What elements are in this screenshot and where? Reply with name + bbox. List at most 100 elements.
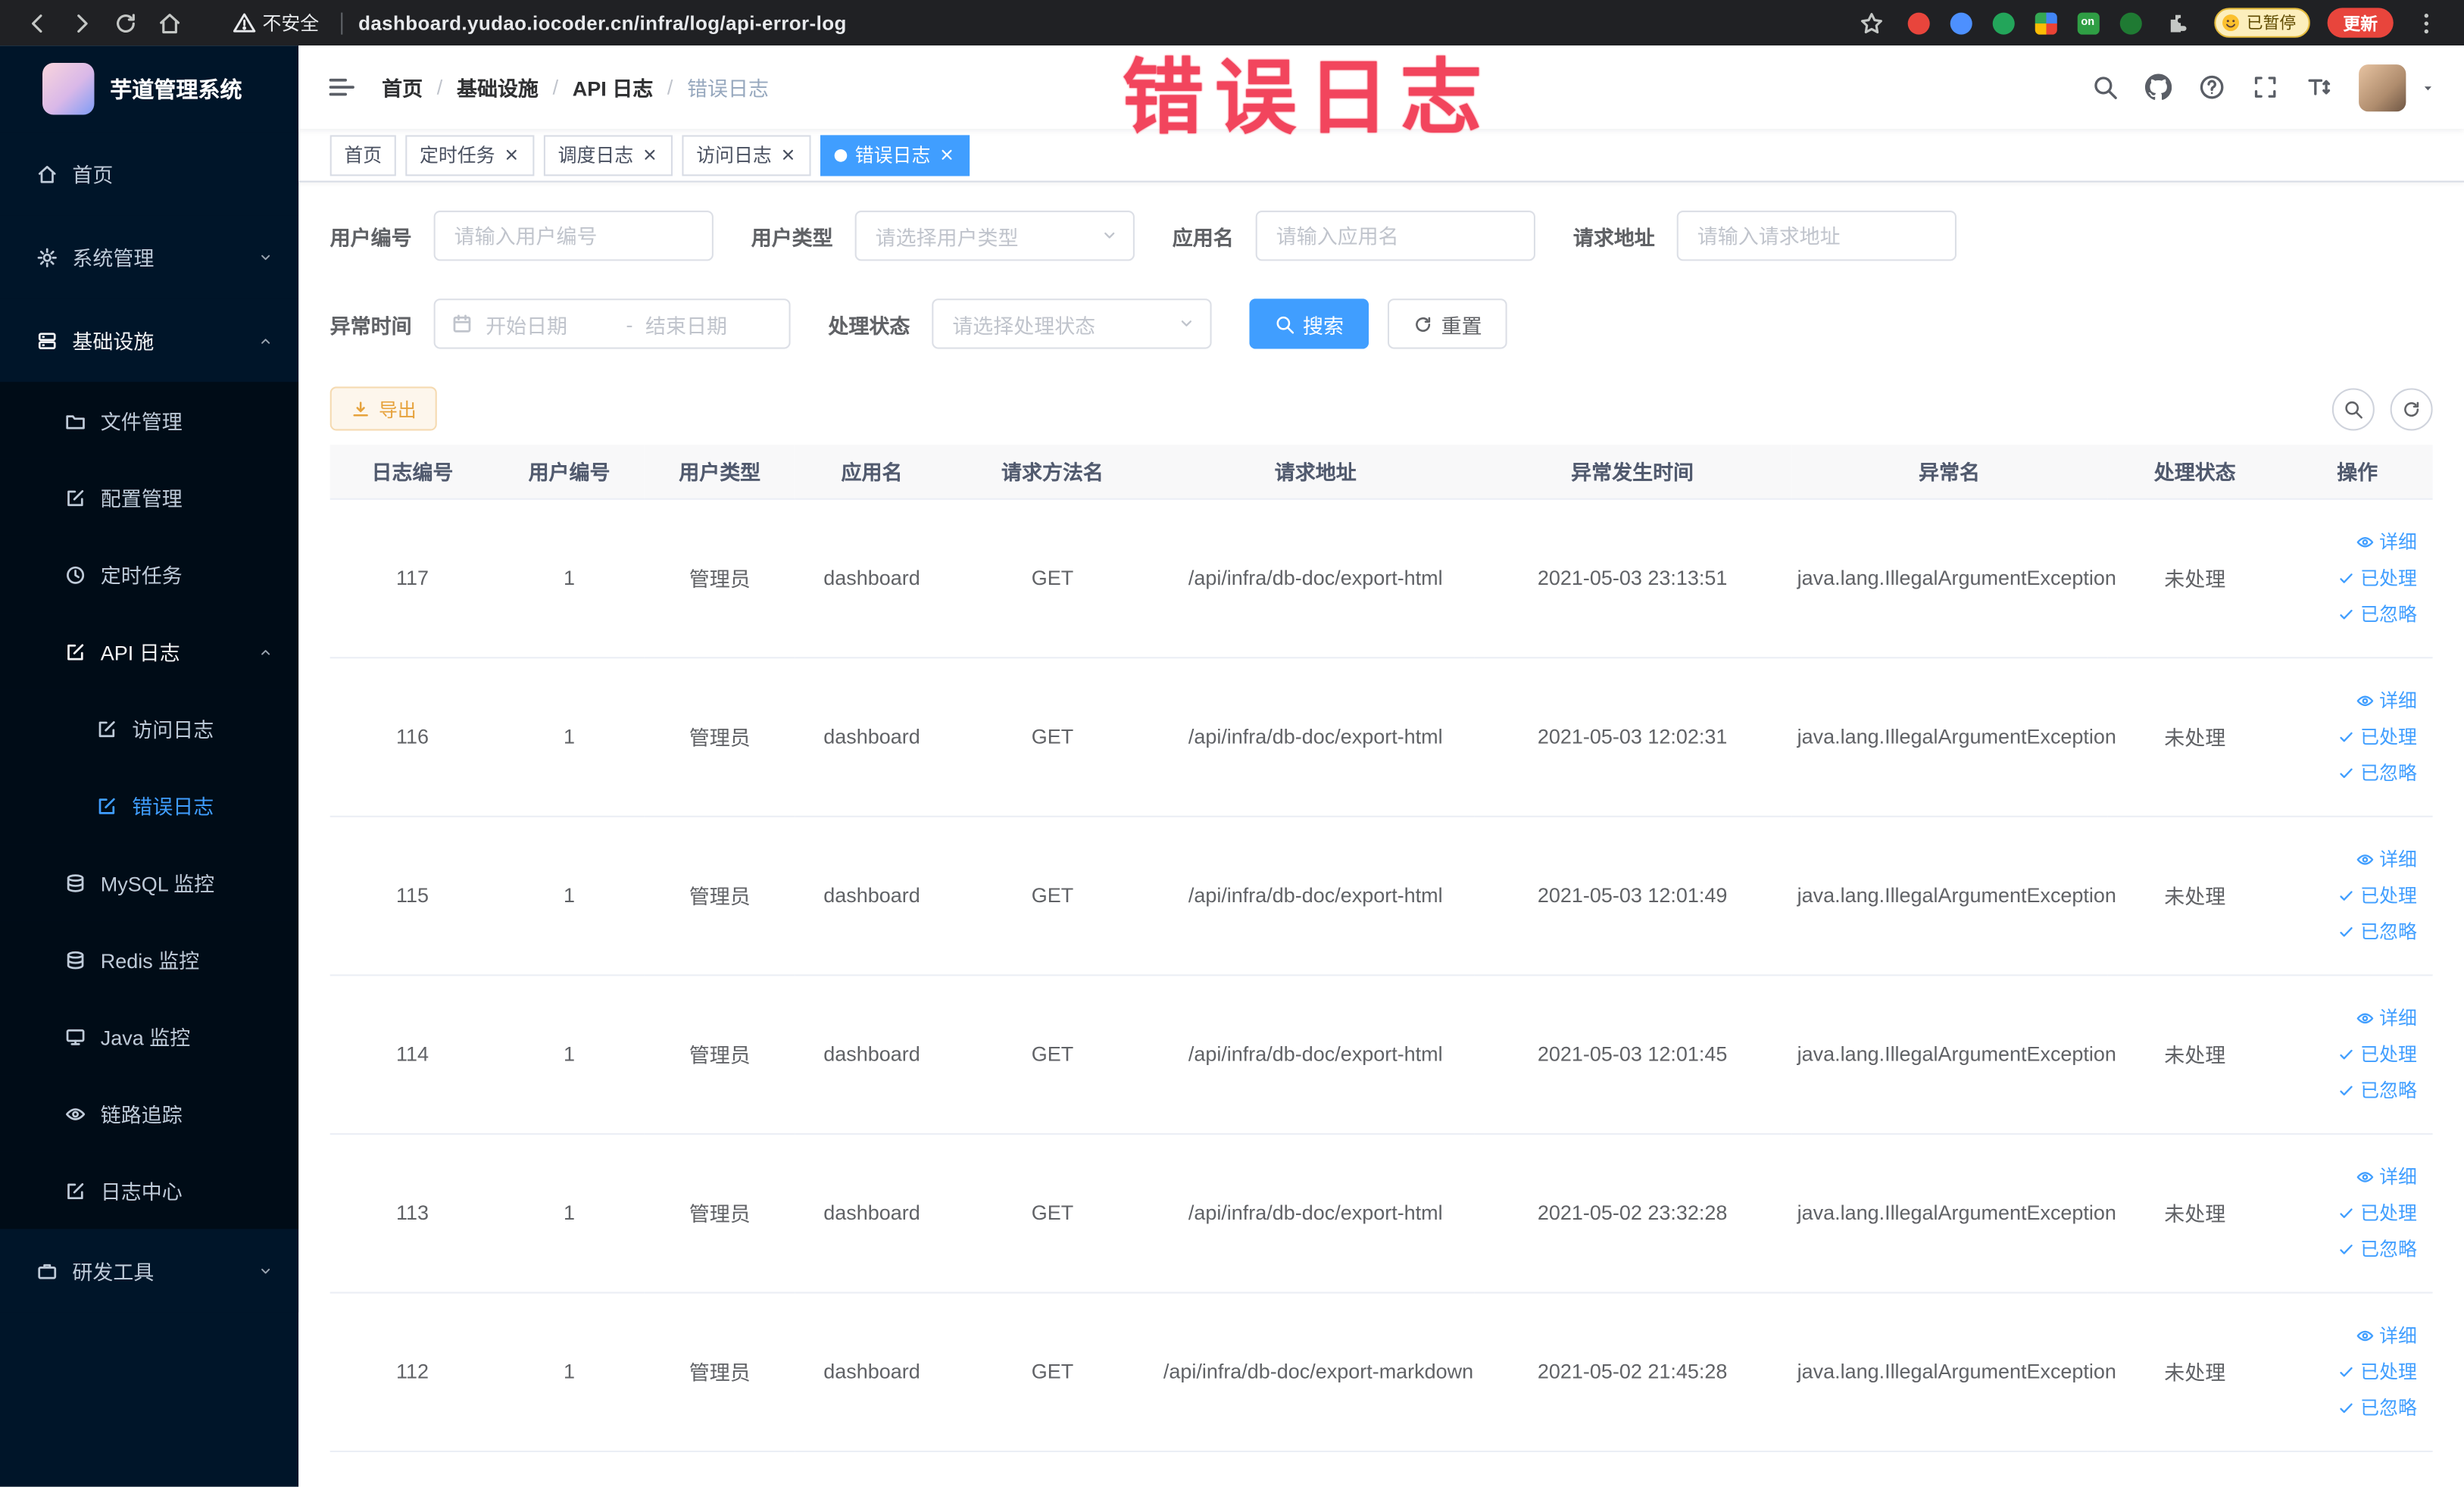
download-icon bbox=[351, 398, 371, 419]
browser-menu-kebab-icon[interactable] bbox=[2414, 10, 2439, 35]
action-detail-link[interactable]: 详细 bbox=[2356, 845, 2417, 872]
request-url-input[interactable] bbox=[1676, 211, 1957, 261]
action-processed-link[interactable]: 已处理 bbox=[2337, 564, 2417, 591]
extension-icon-blue[interactable] bbox=[1949, 11, 1972, 34]
action-processed-link[interactable]: 已处理 bbox=[2337, 1040, 2417, 1067]
sidebar-item-redis[interactable]: Redis 监控 bbox=[0, 920, 299, 998]
eye-icon bbox=[2356, 1167, 2375, 1186]
action-detail-link[interactable]: 详细 bbox=[2356, 1163, 2417, 1189]
sidebar-item-label: Java 监控 bbox=[100, 1026, 191, 1050]
sidebar-item-infrastructure[interactable]: 基础设施 bbox=[0, 298, 299, 383]
tab-home[interactable]: 首页 bbox=[329, 134, 396, 176]
sidebar-item-label: 首页 bbox=[72, 163, 114, 187]
process-status-select[interactable]: 请选择处理状态 bbox=[932, 298, 1212, 349]
help-icon[interactable] bbox=[2199, 74, 2225, 101]
filter-label-app-name: 应用名 bbox=[1172, 225, 1234, 249]
check-icon bbox=[2337, 922, 2356, 941]
action-processed-link[interactable]: 已处理 bbox=[2337, 1199, 2417, 1226]
action-processed-link[interactable]: 已处理 bbox=[2337, 1358, 2417, 1385]
close-icon[interactable] bbox=[642, 146, 659, 164]
close-icon[interactable] bbox=[503, 146, 520, 164]
sidebar-item-log-center[interactable]: 日志中心 bbox=[0, 1151, 299, 1229]
github-icon[interactable] bbox=[2144, 73, 2172, 101]
avatar-caret-down-icon[interactable] bbox=[2420, 80, 2436, 95]
close-icon[interactable] bbox=[779, 146, 797, 164]
breadcrumb-item[interactable]: 基础设施 bbox=[457, 72, 539, 102]
action-ignored-link[interactable]: 已忽略 bbox=[2337, 1394, 2417, 1420]
sidebar-item-home[interactable]: 首页 bbox=[0, 132, 299, 216]
breadcrumb-item[interactable]: API 日志 bbox=[573, 72, 653, 102]
extension-icon-on-badge[interactable]: on bbox=[2076, 11, 2099, 34]
extension-icon-grid[interactable] bbox=[2034, 11, 2056, 34]
action-ignored-link[interactable]: 已忽略 bbox=[2337, 1076, 2417, 1103]
breadcrumb-item[interactable]: 首页 bbox=[382, 72, 423, 102]
sidebar-item-access-log[interactable]: 访问日志 bbox=[0, 689, 299, 767]
sidebar-item-dev-tools[interactable]: 研发工具 bbox=[0, 1229, 299, 1313]
user-avatar[interactable] bbox=[2359, 64, 2406, 111]
tab-error-log[interactable]: 错误日志 bbox=[820, 134, 970, 176]
extension-paused-badge[interactable]: 已暂停 bbox=[2213, 8, 2310, 38]
sidebar-item-api-log[interactable]: API 日志 bbox=[0, 613, 299, 690]
cell-user-id: 1 bbox=[495, 1132, 644, 1293]
cell-user-type: 管理员 bbox=[643, 498, 796, 658]
close-icon[interactable] bbox=[938, 146, 956, 164]
reset-button[interactable]: 重置 bbox=[1388, 298, 1507, 349]
app-name-input[interactable] bbox=[1255, 211, 1536, 261]
sidebar-item-trace[interactable]: 链路追踪 bbox=[0, 1075, 299, 1152]
sidebar-item-config[interactable]: 配置管理 bbox=[0, 458, 299, 536]
browser-home-icon[interactable] bbox=[157, 10, 182, 35]
chevron-up-icon bbox=[258, 333, 273, 348]
reload-icon[interactable] bbox=[113, 10, 138, 35]
cell-id: 115 bbox=[329, 815, 495, 976]
extension-icon-red[interactable] bbox=[1907, 11, 1929, 34]
fullscreen-icon[interactable] bbox=[2252, 74, 2278, 101]
action-detail-link[interactable]: 详细 bbox=[2356, 1004, 2417, 1031]
sidebar-item-error-log[interactable]: 错误日志 bbox=[0, 767, 299, 845]
browser-update-button[interactable]: 更新 bbox=[2327, 8, 2394, 38]
refresh-table-button[interactable] bbox=[2390, 387, 2433, 430]
edit-square-icon bbox=[64, 486, 86, 508]
action-processed-link[interactable]: 已处理 bbox=[2337, 723, 2417, 749]
sidebar-item-files[interactable]: 文件管理 bbox=[0, 382, 299, 459]
tab-jobs[interactable]: 定时任务 bbox=[405, 134, 535, 176]
extensions-puzzle-icon[interactable] bbox=[2165, 10, 2190, 35]
sidebar-item-java[interactable]: Java 监控 bbox=[0, 998, 299, 1076]
action-ignored-link[interactable]: 已忽略 bbox=[2337, 918, 2417, 945]
search-button[interactable]: 搜索 bbox=[1249, 298, 1369, 349]
bookmark-star-icon[interactable] bbox=[1858, 10, 1883, 35]
action-detail-link[interactable]: 详细 bbox=[2356, 528, 2417, 555]
table-row: 116 1 管理员 dashboard GET/api/infra/db-doc/exp… bbox=[329, 657, 2433, 817]
active-tab-dot bbox=[834, 148, 848, 161]
address-bar[interactable]: 不安全 dashboard.yudao.iocoder.cn/infra/log… bbox=[233, 9, 847, 36]
column-header: 日志编号 bbox=[329, 445, 495, 499]
cell-app-name: dashboard bbox=[795, 1132, 948, 1293]
action-processed-link[interactable]: 已处理 bbox=[2337, 882, 2417, 908]
action-ignored-link[interactable]: 已忽略 bbox=[2337, 601, 2417, 627]
toggle-search-button[interactable] bbox=[2331, 387, 2375, 430]
app-logo[interactable]: 芋道管理系统 bbox=[0, 45, 298, 132]
back-icon[interactable] bbox=[25, 10, 50, 35]
sidebar-item-jobs[interactable]: 定时任务 bbox=[0, 536, 299, 614]
tab-access-log[interactable]: 访问日志 bbox=[682, 134, 811, 176]
sidebar-item-system[interactable]: 系统管理 bbox=[0, 215, 299, 299]
url-text[interactable]: dashboard.yudao.iocoder.cn/infra/log/api… bbox=[358, 12, 847, 34]
security-warning-icon[interactable] bbox=[233, 11, 256, 35]
table-toolbar: 导出 bbox=[329, 386, 2433, 431]
header-search-icon[interactable] bbox=[2091, 74, 2118, 101]
action-ignored-link[interactable]: 已忽略 bbox=[2337, 759, 2417, 786]
sidebar-item-mysql[interactable]: MySQL 监控 bbox=[0, 844, 299, 921]
user-id-input[interactable] bbox=[433, 211, 714, 261]
forward-icon[interactable] bbox=[69, 10, 94, 35]
action-ignored-link[interactable]: 已忽略 bbox=[2337, 1236, 2417, 1262]
export-button[interactable]: 导出 bbox=[329, 386, 437, 431]
hamburger-icon[interactable] bbox=[327, 72, 357, 102]
clock-icon bbox=[64, 564, 86, 586]
tab-schedule-log[interactable]: 调度日志 bbox=[543, 134, 673, 176]
user-type-select[interactable]: 请选择用户类型 bbox=[854, 211, 1135, 261]
action-detail-link[interactable]: 详细 bbox=[2356, 687, 2417, 714]
extension-icon-green[interactable] bbox=[1991, 11, 2014, 34]
extension-icon-leaf[interactable] bbox=[2119, 11, 2141, 34]
action-detail-link[interactable]: 详细 bbox=[2356, 1322, 2417, 1348]
exception-time-range-picker[interactable]: 开始日期 - 结束日期 bbox=[433, 298, 791, 349]
font-size-icon[interactable] bbox=[2306, 74, 2332, 101]
